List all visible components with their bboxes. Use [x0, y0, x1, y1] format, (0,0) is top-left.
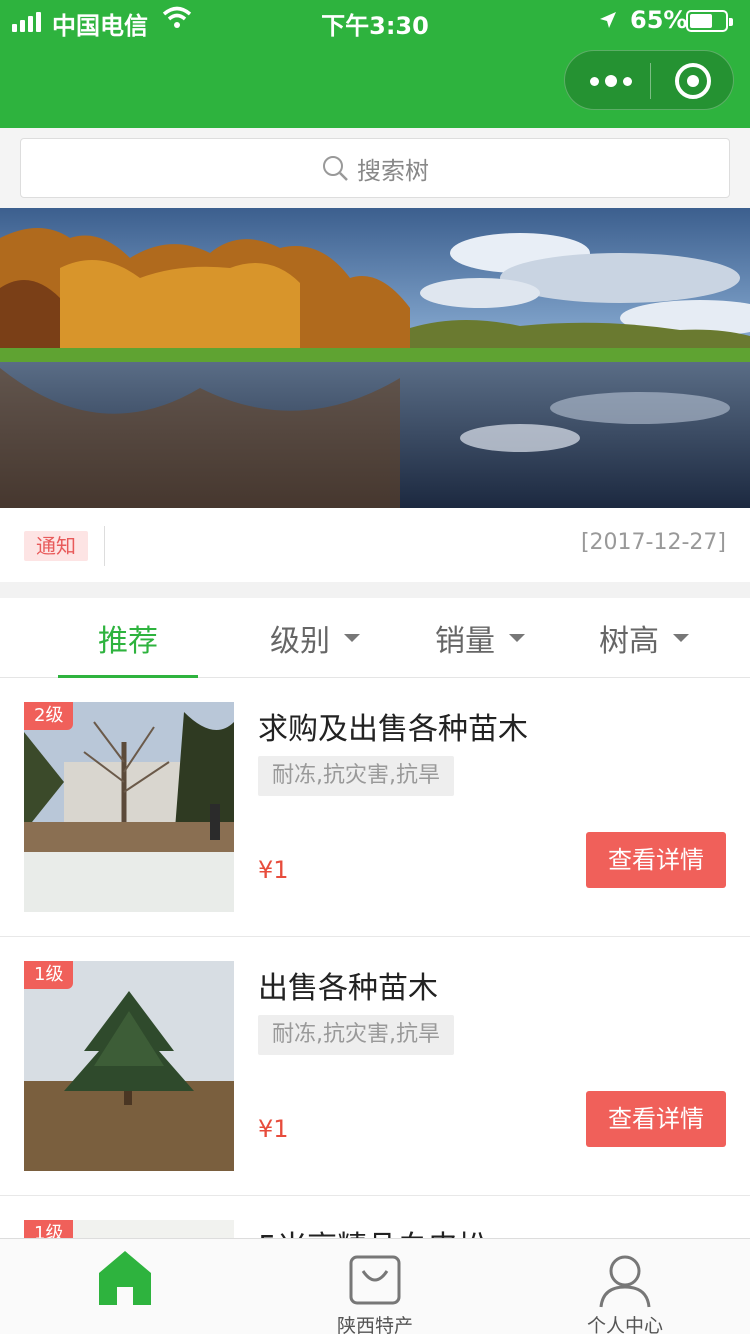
person-icon: [599, 1255, 651, 1308]
more-menu-button[interactable]: [587, 51, 635, 111]
search-input[interactable]: 搜索树: [20, 138, 730, 198]
product-item[interactable]: 1级 出售各种苗木 耐冻,抗灾害,抗旱 ¥1 查看详情: [0, 937, 750, 1196]
nav-home[interactable]: [0, 1239, 250, 1335]
tab-recommended[interactable]: 推荐: [58, 598, 198, 678]
tab-label: 销量: [435, 624, 495, 659]
product-features: 耐冻,抗灾害,抗旱: [258, 756, 454, 796]
search-placeholder: 搜索树: [357, 156, 429, 185]
notice-tag: 通知: [24, 531, 88, 561]
tab-level[interactable]: 级别: [245, 598, 385, 678]
target-icon: [687, 75, 699, 87]
search-section: 搜索树: [0, 128, 750, 208]
level-badge: 2级: [24, 702, 74, 730]
product-thumbnail: [24, 702, 234, 912]
close-miniprogram-button[interactable]: [675, 63, 711, 99]
product-price: ¥1: [258, 1115, 289, 1143]
top-bar: 中国电信 下午3:30 65%: [0, 0, 750, 128]
product-features: 耐冻,抗灾害,抗旱: [258, 1015, 454, 1055]
nav-profile[interactable]: 个人中心: [500, 1239, 750, 1337]
tab-label: 树高: [599, 624, 659, 659]
tab-label: 级别: [270, 624, 330, 659]
banner-image[interactable]: [0, 208, 750, 508]
capsule-divider: [650, 63, 651, 99]
caret-down-icon: [673, 634, 689, 642]
bottom-tab-bar: 陕西特产 个人中心: [0, 1238, 750, 1337]
view-details-button[interactable]: 查看详情: [586, 1091, 726, 1147]
tab-tree-height[interactable]: 树高: [574, 598, 714, 678]
caret-down-icon: [344, 634, 360, 642]
shopping-bag-icon: [349, 1255, 401, 1305]
product-title: 出售各种苗木: [258, 971, 438, 1006]
home-icon: [99, 1251, 151, 1305]
location-arrow-icon: [600, 12, 616, 28]
section-gap: [0, 582, 750, 598]
product-thumbnail: [24, 961, 234, 1171]
product-title: 求购及出售各种苗木: [258, 712, 528, 747]
level-badge: 1级: [24, 961, 74, 989]
landscape-lake-image: [0, 208, 750, 508]
miniprogram-capsule: [564, 50, 734, 110]
battery-icon: [686, 10, 733, 32]
tab-label: 推荐: [98, 624, 158, 659]
view-details-button[interactable]: 查看详情: [586, 832, 726, 888]
search-icon: [323, 156, 348, 181]
nav-shaanxi-specialty[interactable]: 陕西特产: [250, 1239, 500, 1337]
battery-percent: 65%: [630, 6, 688, 34]
product-item[interactable]: 2级 求购及出售各种苗木 耐冻,抗灾害,抗旱 ¥1 查看详情: [0, 678, 750, 937]
caret-down-icon: [509, 634, 525, 642]
status-bar: 中国电信 下午3:30 65%: [0, 0, 750, 42]
filter-tabs: 推荐 级别 销量 树高: [0, 598, 750, 678]
notice-divider: [104, 526, 105, 566]
notice-date: [2017-12-27]: [580, 530, 726, 555]
tab-sales[interactable]: 销量: [410, 598, 550, 678]
notice-bar[interactable]: 通知 [2017-12-27]: [0, 508, 750, 582]
product-price: ¥1: [258, 856, 289, 884]
